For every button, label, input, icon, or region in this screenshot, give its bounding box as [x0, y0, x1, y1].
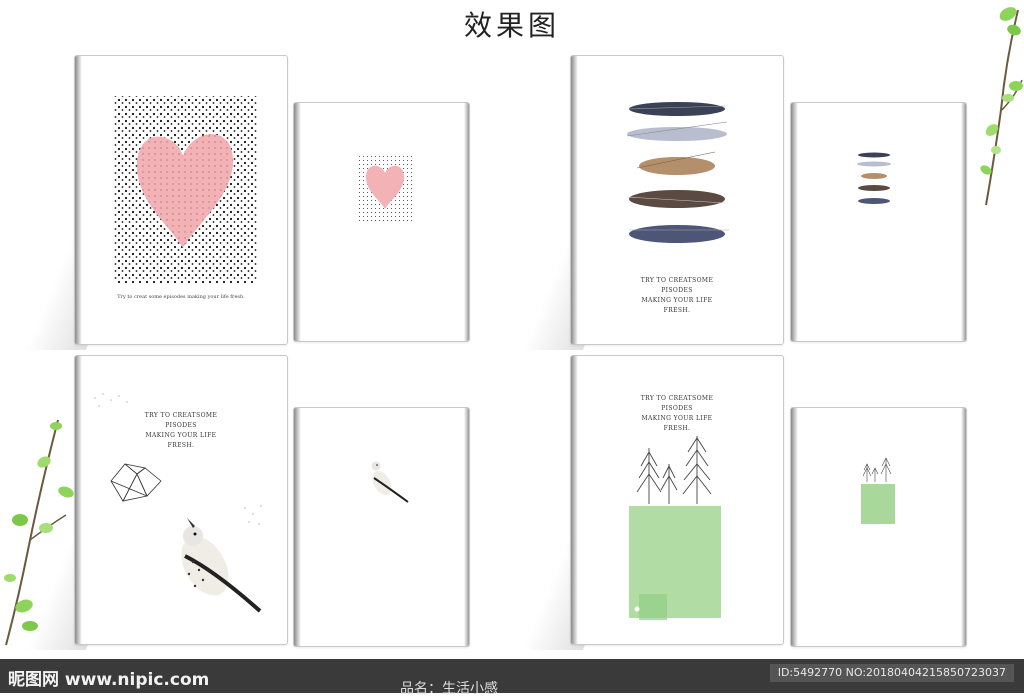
bird-mini-illustration	[371, 461, 409, 503]
notebook-inside-bird[interactable]	[293, 407, 470, 647]
heart-dots-illustration	[113, 96, 257, 284]
notebook-inside-heart[interactable]	[293, 102, 470, 342]
bird-illustration	[94, 393, 262, 613]
cover-caption: Try to creat some episodes making your l…	[117, 294, 245, 300]
feathers-mini-illustration	[857, 152, 891, 204]
heart-mini-illustration	[358, 153, 412, 223]
trees-illustration	[629, 436, 721, 620]
branch-bottom-left-decoration	[4, 419, 74, 646]
notebook-inside-feathers[interactable]	[790, 102, 967, 342]
notebook-cover-feathers[interactable]: TRY TO CREATSOME PISODES MAKING YOUR LIF…	[570, 55, 784, 345]
page-title: 效果图	[463, 9, 560, 42]
cover-caption-stack: TRY TO CREATSOME PISODES MAKING YOUR LIF…	[640, 277, 714, 314]
product-name-label: 品名：生活小感	[400, 681, 498, 697]
site-logo: 昵图网 www.nipic.com	[8, 670, 210, 690]
image-id-label: ID:5492770 NO:20180404215850723037	[769, 664, 1014, 682]
notebook-cover-heart[interactable]: Try to creat some episodes making your l…	[74, 55, 288, 345]
notebook-cover-trees[interactable]: TRY TO CREATSOME PISODES MAKING YOUR LIF…	[570, 355, 784, 645]
watermark-footer-bar: 昵图网 www.nipic.com ID:5492770 NO:20180404…	[0, 659, 1024, 697]
trees-mini-illustration	[861, 457, 895, 524]
notebook-cover-bird[interactable]: TRY TO CREATSOME PISODES MAKING YOUR LIF…	[74, 355, 288, 645]
branch-top-right-decoration	[980, 7, 1023, 206]
notebook-inside-trees[interactable]	[790, 407, 967, 647]
